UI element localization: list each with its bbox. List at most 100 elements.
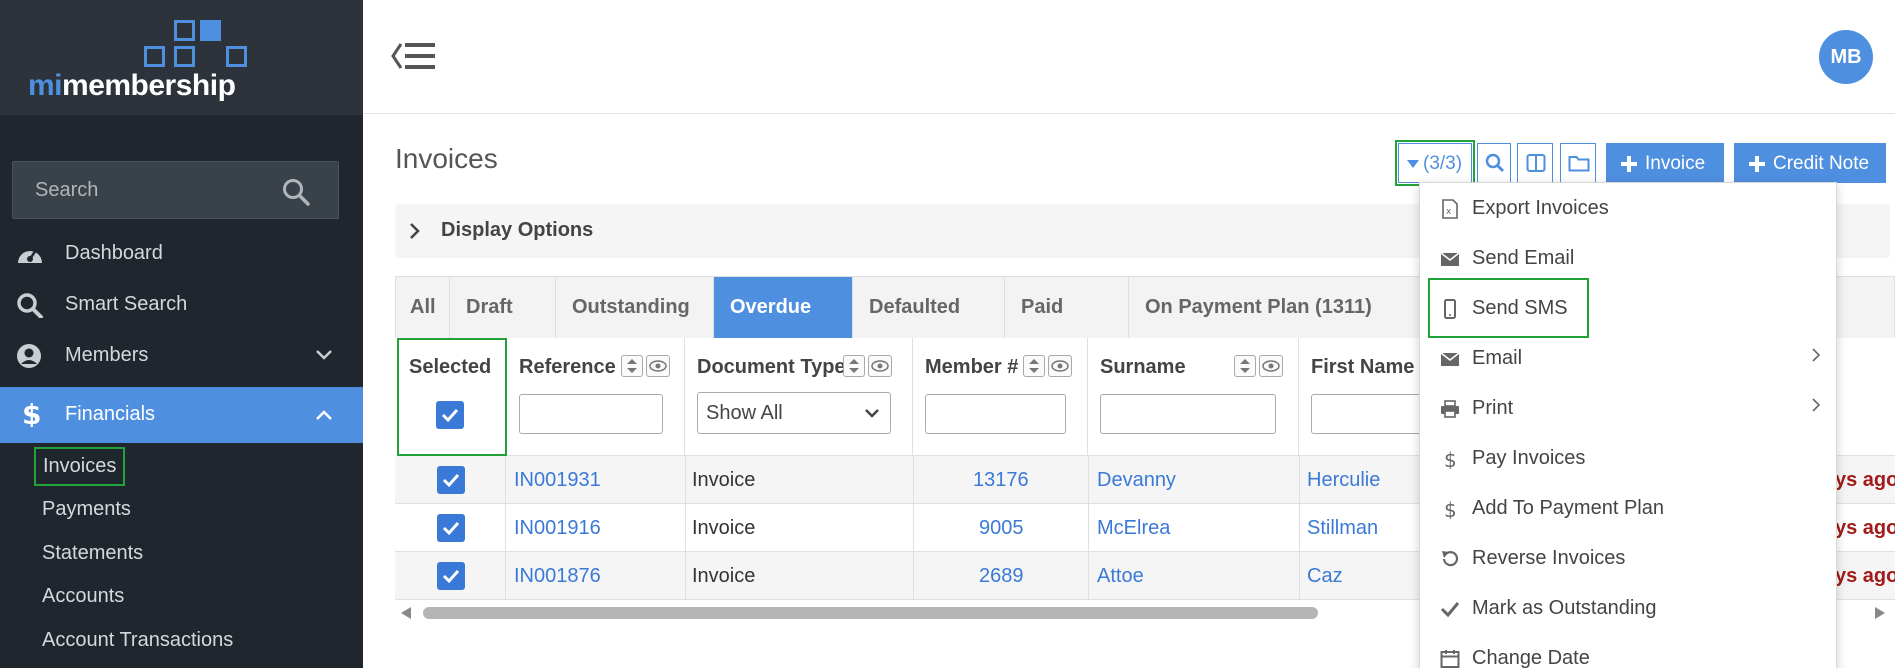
logo-prefix: mi [28,69,63,102]
sort-icon[interactable] [1023,355,1045,377]
column-label-selected: Selected [409,356,492,378]
avatar[interactable]: MB [1819,30,1873,84]
invoice-reference-link[interactable]: IN001876 [514,565,601,588]
menu-toggle-icon[interactable] [391,40,437,72]
invoice-reference-link[interactable]: IN001931 [514,469,601,492]
member-number-link[interactable]: 13176 [973,469,1029,492]
sidebar-search-input[interactable] [13,162,273,218]
user-icon [17,344,41,368]
sub-account-transactions[interactable]: Account Transactions [42,629,233,652]
columns-button[interactable] [1517,143,1553,183]
surname-link[interactable]: McElrea [1097,517,1170,540]
tab-on-payment-plan[interactable]: On Payment Plan (1311) [1129,277,1419,338]
row-checkbox[interactable] [437,562,465,590]
invoice-reference-link[interactable]: IN001916 [514,517,601,540]
undo-icon [1442,551,1459,567]
chevron-right-icon [1812,398,1820,412]
first-name-link[interactable]: Caz [1307,565,1343,588]
visibility-eye-icon[interactable] [1259,355,1283,377]
new-credit-note-button[interactable]: Credit Note [1734,143,1886,183]
nav-financials[interactable]: $ Financials [0,387,363,443]
select-all-checkbox[interactable] [436,401,464,429]
tab-paid[interactable]: Paid (301) [1005,277,1129,379]
tab-outstanding[interactable]: Outstanding (42) [556,277,714,379]
document-type-filter-select[interactable]: Show All [697,392,891,434]
display-options-label: Display Options [441,219,594,241]
sub-payments[interactable]: Payments [42,498,131,521]
visibility-eye-icon[interactable] [646,355,670,377]
nav-dashboard[interactable]: Dashboard [0,229,363,279]
sort-icon[interactable] [621,355,643,377]
dollar-icon: $ [1444,499,1457,519]
menu-item-change-date[interactable]: Change Date [1420,633,1838,668]
column-header-member-no: Member # [913,338,1088,456]
member-no-filter-input[interactable] [925,394,1066,434]
first-name-link[interactable]: Herculie [1307,469,1380,492]
logo[interactable]: mimembership [28,69,236,103]
tab-overdue[interactable]: Overdue (3) [714,277,853,379]
tab-defaulted[interactable]: Defaulted (0) [853,277,1005,379]
surname-link[interactable]: Attoe [1097,565,1144,588]
column-label-reference[interactable]: Reference [519,356,616,379]
first-name-link[interactable]: Stillman [1307,517,1378,540]
folder-button[interactable] [1560,143,1596,183]
bulk-actions-menu: x Export Invoices Send Email Send SMS Em… [1419,182,1837,668]
check-icon [442,569,460,584]
nav-members[interactable]: Members [0,331,363,381]
menu-item-reverse-invoices[interactable]: Reverse Invoices [1420,533,1838,583]
surname-link[interactable]: Devanny [1097,469,1176,492]
scroll-right-arrow-icon[interactable] [1875,607,1885,619]
sub-invoices[interactable]: Invoices [34,447,126,486]
search-icon[interactable] [282,178,310,206]
nav-dashboard-label: Dashboard [65,242,163,264]
scrollbar-thumb[interactable] [423,607,1318,619]
menu-item-add-to-payment-plan[interactable]: $ Add To Payment Plan [1420,483,1838,533]
tab-all[interactable]: All [396,277,450,338]
scroll-left-arrow-icon[interactable] [401,607,411,619]
overdue-age-cell: ys ago [1835,469,1895,491]
reference-filter-input[interactable] [519,394,663,434]
row-checkbox[interactable] [437,514,465,542]
check-icon [1440,602,1460,618]
column-label-member-no[interactable]: Member # [925,356,1018,379]
topbar: MB [363,0,1895,114]
nav-smart-search[interactable]: Smart Search [0,280,363,330]
excel-file-icon: x [1442,199,1458,219]
menu-item-label: Pay Invoices [1472,447,1586,469]
column-label-document-type[interactable]: Document Type [697,356,846,379]
tab-draft[interactable]: Draft (0) [450,277,556,379]
column-label-first-name[interactable]: First Name [1311,356,1414,379]
menu-item-pay-invoices[interactable]: $ Pay Invoices [1420,433,1838,483]
menu-item-email[interactable]: Email [1420,333,1838,383]
visibility-eye-icon[interactable] [868,355,892,377]
menu-item-label: Send SMS [1472,297,1568,319]
new-invoice-button[interactable]: Invoice [1606,143,1724,183]
surname-filter-input[interactable] [1100,394,1276,434]
selection-count: (3/3) [1423,153,1463,174]
sort-icon[interactable] [1234,355,1256,377]
menu-item-send-email[interactable]: Send Email [1420,233,1838,283]
menu-item-print[interactable]: Print [1420,383,1838,433]
sort-icon[interactable] [843,355,865,377]
sub-statements[interactable]: Statements [42,542,143,565]
nav-members-label: Members [65,344,149,366]
first-name-filter-input[interactable] [1311,394,1431,434]
visibility-eye-icon[interactable] [1048,355,1072,377]
envelope-icon [1440,352,1460,366]
chevron-right-icon [1812,348,1820,362]
caret-down-icon [1407,160,1419,168]
menu-item-send-sms[interactable]: Send SMS [1428,278,1589,338]
columns-icon [1526,154,1546,172]
selection-toggle-button[interactable]: (3/3) [1395,140,1475,186]
member-number-link[interactable]: 9005 [979,517,1024,540]
new-invoice-label: Invoice [1645,153,1706,174]
document-type-filter-value: Show All [706,402,783,424]
column-label-surname[interactable]: Surname [1100,356,1186,379]
member-number-link[interactable]: 2689 [979,565,1024,588]
menu-item-export-invoices[interactable]: x Export Invoices [1420,183,1838,233]
menu-item-mark-as-outstanding[interactable]: Mark as Outstanding [1420,583,1838,633]
document-type-cell: Invoice [692,469,756,491]
row-checkbox[interactable] [437,466,465,494]
search-button[interactable] [1477,143,1511,183]
sub-accounts[interactable]: Accounts [42,585,124,608]
